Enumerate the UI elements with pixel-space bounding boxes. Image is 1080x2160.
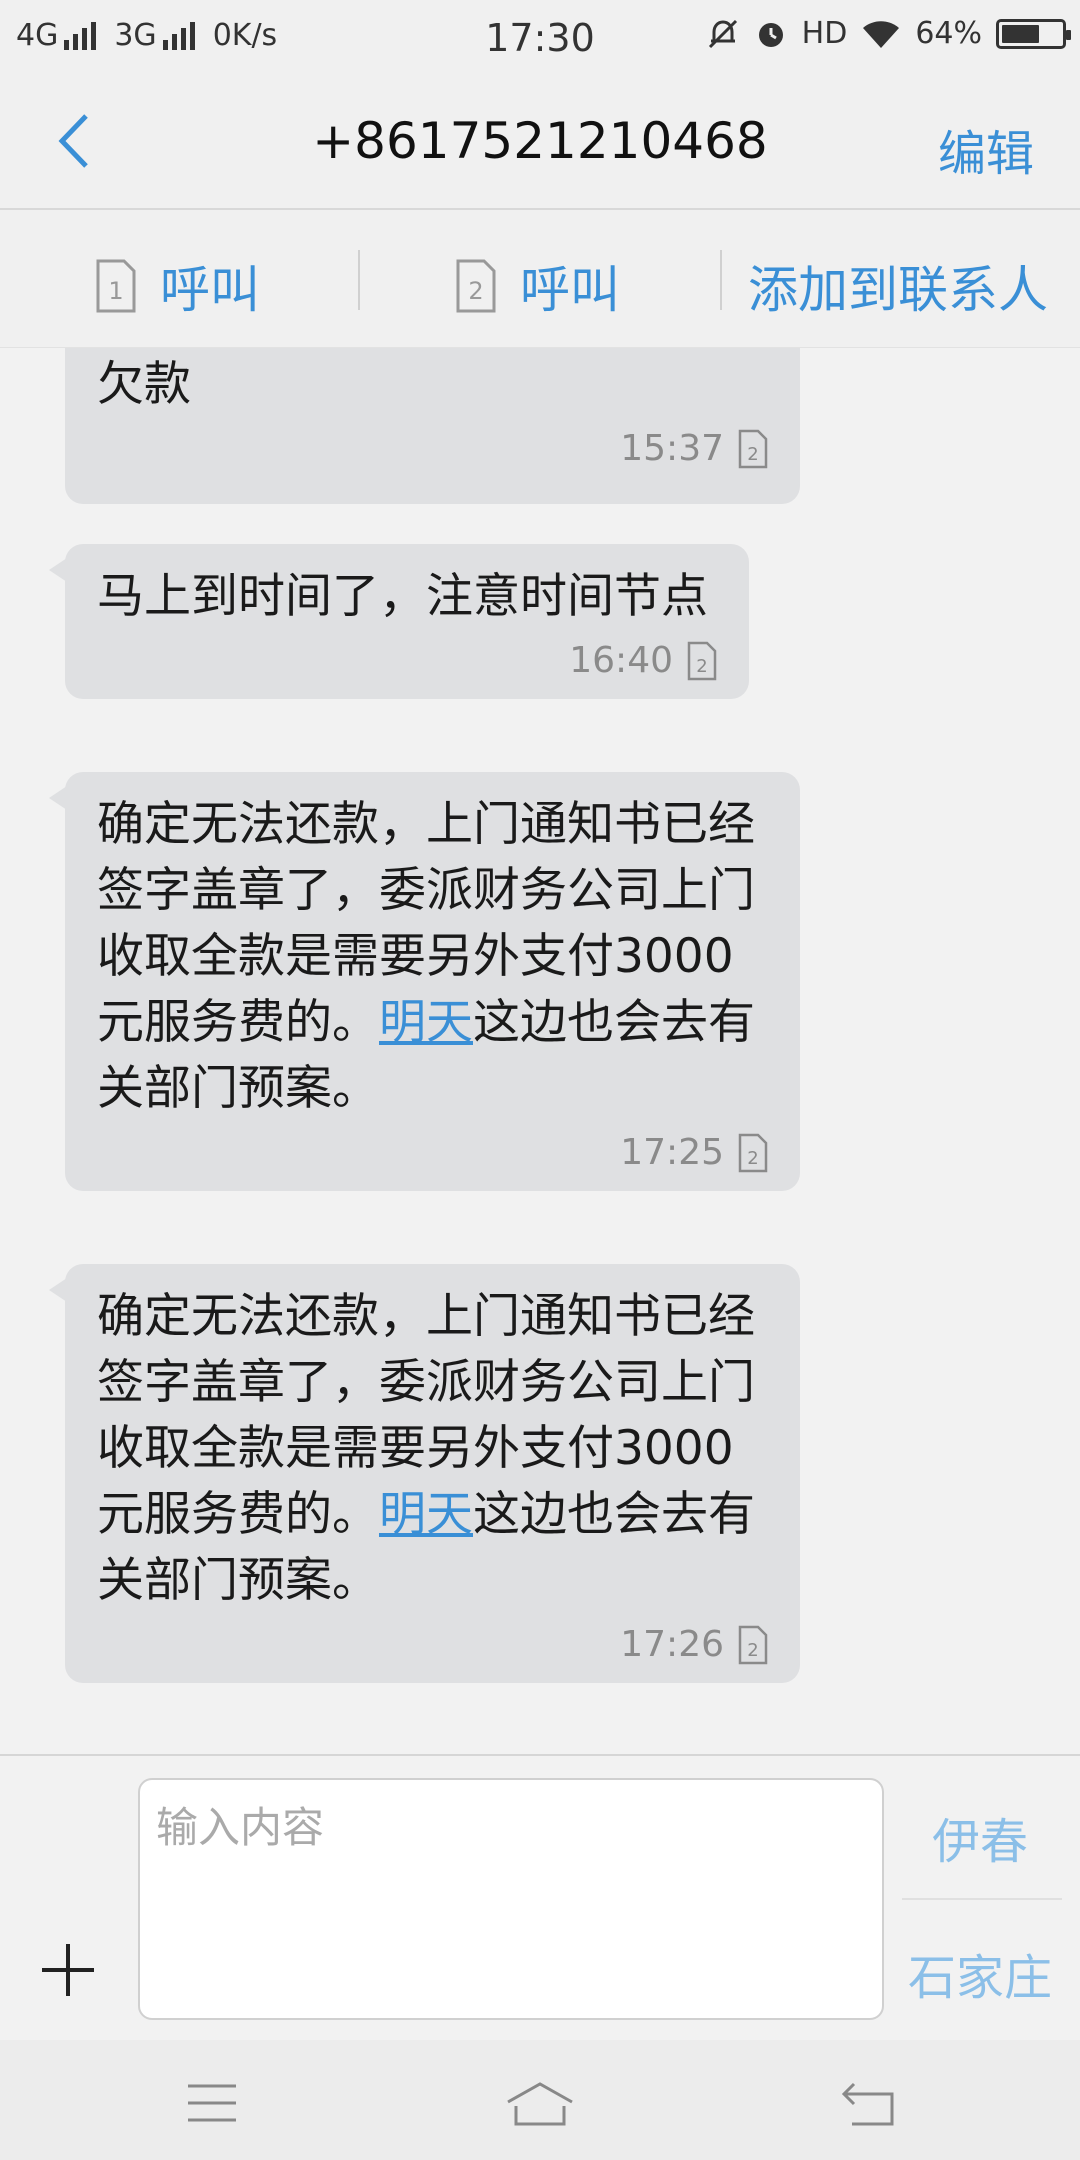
battery-icon bbox=[996, 18, 1071, 49]
sim-card-icon: 1 bbox=[96, 259, 136, 313]
message-meta: 17:25 2 bbox=[97, 1132, 768, 1173]
sim-card-icon: 2 bbox=[738, 429, 768, 468]
edit-button[interactable]: 编辑 bbox=[938, 114, 1034, 184]
hd-indicator: HD bbox=[801, 16, 848, 51]
sim-card-icon: 2 bbox=[456, 259, 496, 313]
call-sim2-label: 呼叫 bbox=[520, 261, 620, 319]
message-text: 欠款 bbox=[97, 357, 191, 412]
date-link[interactable]: 明天 bbox=[379, 1487, 473, 1542]
menu-icon[interactable] bbox=[184, 2080, 240, 2126]
message-time: 17:26 bbox=[620, 1624, 724, 1665]
wifi-icon bbox=[863, 20, 900, 48]
message-text: 确定无法还款，上门通知书已经签字盖章了，委派财务公司上门收取全款是需要另外支付3… bbox=[97, 797, 755, 1116]
message-bubble[interactable]: 确定无法还款，上门通知书已经签字盖章了，委派财务公司上门收取全款是需要另外支付3… bbox=[49, 772, 800, 1191]
svg-text:1: 1 bbox=[108, 277, 123, 305]
mute-bell-icon bbox=[708, 19, 737, 48]
message-meta: 15:37 2 bbox=[97, 428, 768, 469]
header: +8617521210468 编辑 bbox=[0, 72, 1080, 210]
divider bbox=[358, 250, 360, 310]
conversation-title: +8617521210468 bbox=[312, 112, 768, 170]
message-time: 17:25 bbox=[620, 1132, 724, 1173]
action-bar: 1 呼叫 2 呼叫 添加到联系人 bbox=[0, 210, 1080, 348]
status-bar: 4G 3G 0K/s 17:30 HD 64% bbox=[0, 0, 1080, 72]
send-sim1-button[interactable]: 伊春 bbox=[900, 1802, 1060, 1872]
message-text: 马上到时间了，注意时间节点 bbox=[97, 569, 708, 624]
svg-text:2: 2 bbox=[747, 444, 758, 465]
message-input[interactable] bbox=[138, 1778, 884, 2020]
message-list[interactable]: 欠款 15:37 2 马上到时间了，注意时间节点 16:40 2 确定无法还款，… bbox=[0, 348, 1080, 1754]
message-text: 确定无法还款，上门通知书已经签字盖章了，委派财务公司上门收取全款是需要另外支付3… bbox=[97, 1289, 755, 1608]
svg-text:2: 2 bbox=[696, 656, 707, 677]
back-icon[interactable] bbox=[840, 2080, 900, 2128]
composer: 伊春 石家庄 bbox=[0, 1754, 1080, 2040]
call-sim1-label: 呼叫 bbox=[160, 261, 260, 319]
add-contact-label: 添加到联系人 bbox=[748, 261, 1048, 319]
call-sim1-button[interactable]: 1 呼叫 bbox=[96, 250, 260, 322]
svg-text:2: 2 bbox=[747, 1640, 758, 1661]
message-bubble[interactable]: 马上到时间了，注意时间节点 16:40 2 bbox=[49, 544, 749, 699]
sim-card-icon: 2 bbox=[738, 1133, 768, 1172]
divider bbox=[902, 1898, 1062, 1900]
system-nav-bar bbox=[0, 2040, 1080, 2160]
svg-text:2: 2 bbox=[747, 1148, 758, 1169]
add-contact-button[interactable]: 添加到联系人 bbox=[748, 250, 1048, 322]
date-link[interactable]: 明天 bbox=[379, 995, 473, 1050]
status-right: HD 64% bbox=[706, 16, 1071, 51]
message-time: 15:37 bbox=[620, 428, 724, 469]
sim-card-icon: 2 bbox=[738, 1625, 768, 1664]
plus-icon[interactable] bbox=[40, 1942, 96, 1998]
divider bbox=[720, 250, 722, 310]
sim-card-icon: 2 bbox=[687, 641, 717, 680]
svg-text:2: 2 bbox=[468, 277, 483, 305]
message-bubble[interactable]: 欠款 15:37 2 bbox=[65, 348, 800, 504]
message-bubble[interactable]: 确定无法还款，上门通知书已经签字盖章了，委派财务公司上门收取全款是需要另外支付3… bbox=[49, 1264, 800, 1683]
send-sim2-button[interactable]: 石家庄 bbox=[900, 1938, 1060, 2008]
battery-percent: 64% bbox=[915, 16, 982, 51]
alarm-icon bbox=[758, 22, 783, 47]
message-meta: 16:40 2 bbox=[97, 640, 717, 681]
message-meta: 17:26 2 bbox=[97, 1624, 768, 1665]
home-icon[interactable] bbox=[504, 2080, 576, 2130]
call-sim2-button[interactable]: 2 呼叫 bbox=[456, 250, 620, 322]
message-time: 16:40 bbox=[569, 640, 673, 681]
